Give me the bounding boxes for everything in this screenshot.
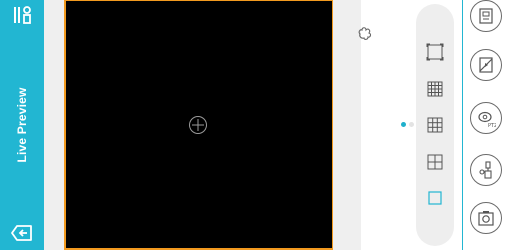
talk-icon xyxy=(479,161,492,179)
page-title: Live Preview xyxy=(15,87,29,163)
ptz-button[interactable]: PTZ xyxy=(470,102,502,134)
layout-9-grid-icon[interactable] xyxy=(425,115,445,135)
svg-text:PTZ: PTZ xyxy=(488,123,496,128)
capture-button[interactable] xyxy=(470,202,502,234)
favorite-icon[interactable] xyxy=(356,25,374,43)
record-button[interactable] xyxy=(470,0,502,32)
camera-list-icon[interactable] xyxy=(11,4,33,26)
talk-button[interactable] xyxy=(470,154,502,186)
ptz-icon: PTZ xyxy=(478,111,496,128)
layout-4-grid-icon[interactable] xyxy=(425,152,445,172)
layout-single-icon[interactable] xyxy=(425,188,445,208)
add-channel-icon[interactable] xyxy=(188,115,208,135)
snapshot-button[interactable] xyxy=(470,49,502,81)
capture-icon xyxy=(478,211,494,226)
page-indicator-active xyxy=(401,122,406,127)
layout-16-grid-icon[interactable] xyxy=(425,79,445,99)
snapshot-off-icon xyxy=(479,57,493,73)
record-icon xyxy=(479,8,493,24)
page-indicator xyxy=(409,122,414,127)
layout-fullscreen-icon[interactable] xyxy=(425,42,445,62)
exit-icon[interactable] xyxy=(11,223,33,243)
sidebar: Live Preview xyxy=(0,0,44,250)
